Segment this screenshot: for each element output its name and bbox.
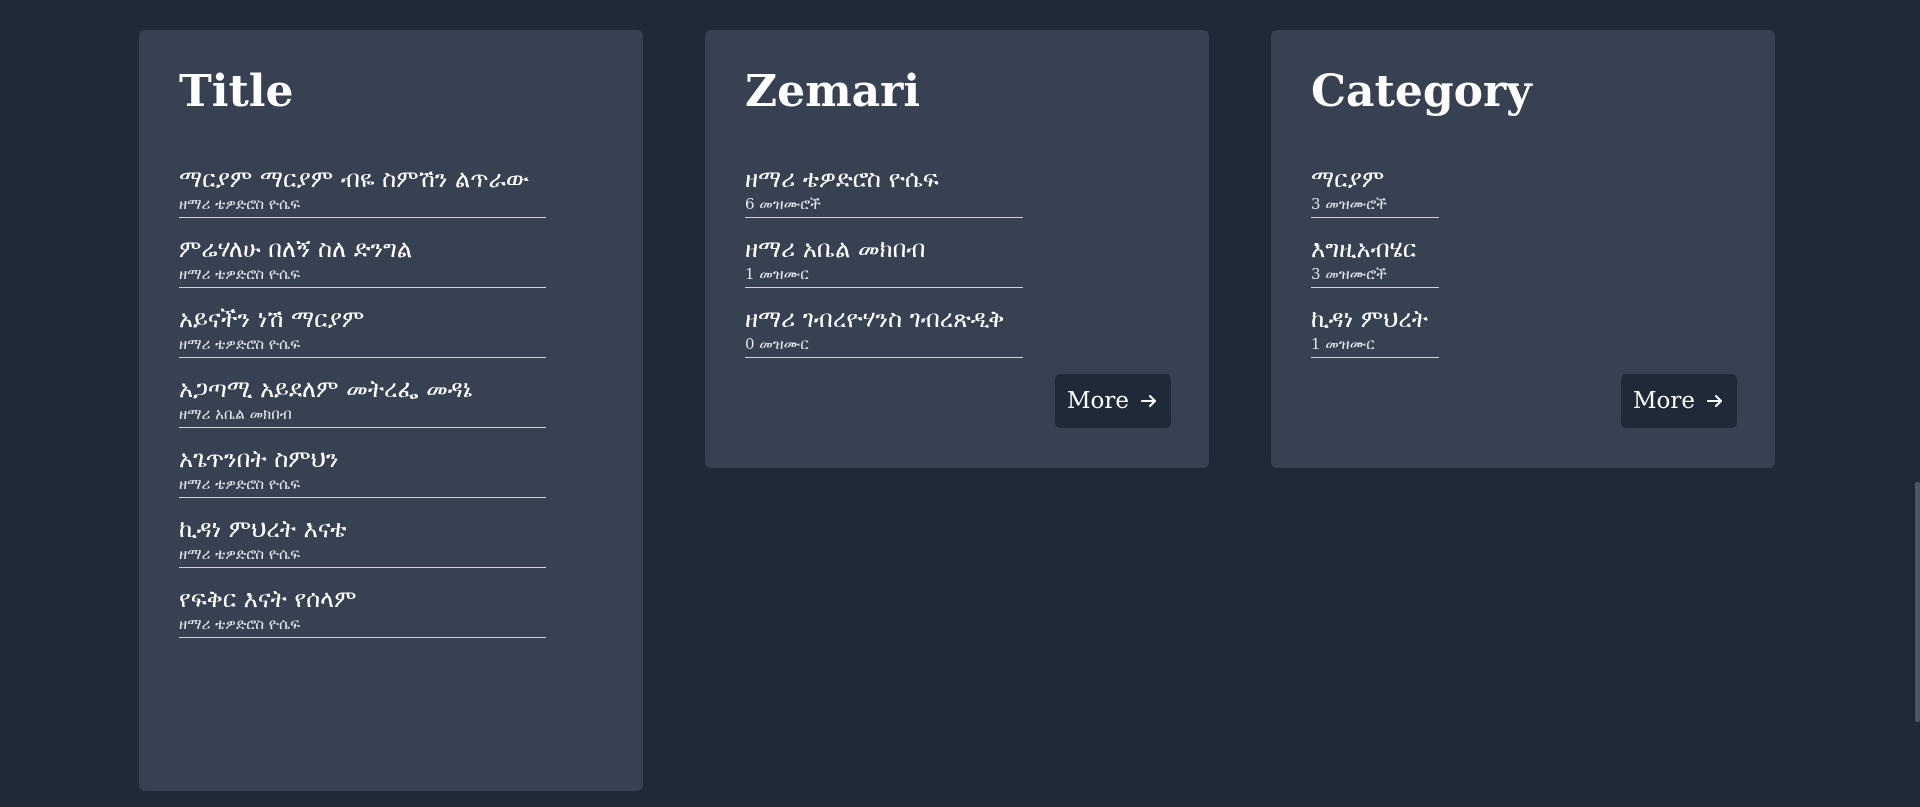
- song-count: 3 መዝሙሮች: [1311, 195, 1387, 213]
- category-name-link[interactable]: ኪዳነ ምህረት: [1311, 304, 1439, 334]
- song-artist: ዘማሪ አቤል መክበብ: [179, 405, 292, 423]
- list-item[interactable]: አጌጥንበት ስምህን ዘማሪ ቴዎድሮስ ዮሴፍ: [179, 444, 546, 498]
- song-count: 3 መዝሙሮች: [1311, 265, 1387, 283]
- song-title-link[interactable]: አጋጣሚ አይደለም መትረፌ መዳኔ: [179, 374, 546, 404]
- song-title-link[interactable]: የፍቅር እናት የሰላም: [179, 584, 546, 614]
- zemari-more-button[interactable]: More: [1054, 374, 1171, 428]
- more-label: More: [1632, 388, 1695, 414]
- category-name-link[interactable]: እግዚአብሄር: [1311, 234, 1439, 264]
- zemari-name-link[interactable]: ዘማሪ ገብረዮሃንስ ገብረጽዲቅ: [745, 304, 1023, 334]
- song-count: 1 መዝሙር: [1311, 335, 1375, 353]
- category-name-link[interactable]: ማርያም: [1311, 164, 1439, 194]
- scrollbar-thumb[interactable]: [1915, 482, 1920, 722]
- song-title-link[interactable]: ምሬሃለሁ በለኝ ስለ ድንግል: [179, 234, 546, 264]
- song-title-link[interactable]: ኪዳነ ምህረት እናቴ: [179, 514, 546, 544]
- song-title-link[interactable]: አይናችን ነሽ ማርያም: [179, 304, 546, 334]
- title-card: Title ማርያም ማርያም ብዬ ስምሽን ልጥራው ዘማሪ ቴዎድሮስ ዮ…: [139, 30, 643, 791]
- zemari-list: ዘማሪ ቴዎድሮስ ዮሴፍ 6 መዝሙሮች ዘማሪ አቤል መክበብ 1 መዝሙ…: [745, 164, 1023, 358]
- song-title-link[interactable]: አጌጥንበት ስምህን: [179, 444, 546, 474]
- zemari-name-link[interactable]: ዘማሪ አቤል መክበብ: [745, 234, 1023, 264]
- card-heading-zemari: Zemari: [745, 66, 921, 117]
- arrow-right-icon: [1141, 395, 1156, 407]
- category-list: ማርያም 3 መዝሙሮች እግዚአብሄር 3 መዝሙሮች ኪዳነ ምህረት 1 …: [1311, 164, 1439, 358]
- list-item[interactable]: ማርያም 3 መዝሙሮች: [1311, 164, 1439, 218]
- category-more-button[interactable]: More: [1620, 374, 1737, 428]
- zemari-card: Zemari ዘማሪ ቴዎድሮስ ዮሴፍ 6 መዝሙሮች ዘማሪ አቤል መክበ…: [705, 30, 1209, 468]
- list-item[interactable]: የፍቅር እናት የሰላም ዘማሪ ቴዎድሮስ ዮሴፍ: [179, 584, 546, 638]
- list-item[interactable]: እግዚአብሄር 3 መዝሙሮች: [1311, 234, 1439, 288]
- song-artist: ዘማሪ ቴዎድሮስ ዮሴፍ: [179, 195, 301, 213]
- song-artist: ዘማሪ ቴዎድሮስ ዮሴፍ: [179, 475, 301, 493]
- list-item[interactable]: ኪዳነ ምህረት እናቴ ዘማሪ ቴዎድሮስ ዮሴፍ: [179, 514, 546, 568]
- page: Title ማርያም ማርያም ብዬ ስምሽን ልጥራው ዘማሪ ቴዎድሮስ ዮ…: [0, 0, 1920, 807]
- song-title-link[interactable]: ማርያም ማርያም ብዬ ስምሽን ልጥራው: [179, 164, 546, 194]
- category-card: Category ማርያም 3 መዝሙሮች እግዚአብሄር 3 መዝሙሮች ኪዳ…: [1271, 30, 1775, 468]
- list-item[interactable]: አጋጣሚ አይደለም መትረፌ መዳኔ ዘማሪ አቤል መክበብ: [179, 374, 546, 428]
- more-row: More: [745, 374, 1171, 468]
- list-item[interactable]: ምሬሃለሁ በለኝ ስለ ድንግል ዘማሪ ቴዎድሮስ ዮሴፍ: [179, 234, 546, 288]
- song-list: ማርያም ማርያም ብዬ ስምሽን ልጥራው ዘማሪ ቴዎድሮስ ዮሴፍ ምሬሃ…: [179, 164, 546, 638]
- list-item[interactable]: ዘማሪ ቴዎድሮስ ዮሴፍ 6 መዝሙሮች: [745, 164, 1023, 218]
- song-artist: ዘማሪ ቴዎድሮስ ዮሴፍ: [179, 545, 301, 563]
- song-count: 1 መዝሙር: [745, 265, 809, 283]
- song-count: 6 መዝሙሮች: [745, 195, 821, 213]
- song-artist: ዘማሪ ቴዎድሮስ ዮሴፍ: [179, 335, 301, 353]
- card-heading-title: Title: [179, 66, 294, 117]
- list-item[interactable]: ዘማሪ አቤል መክበብ 1 መዝሙር: [745, 234, 1023, 288]
- zemari-name-link[interactable]: ዘማሪ ቴዎድሮስ ዮሴፍ: [745, 164, 1023, 194]
- list-item[interactable]: ማርያም ማርያም ብዬ ስምሽን ልጥራው ዘማሪ ቴዎድሮስ ዮሴፍ: [179, 164, 546, 218]
- more-label: More: [1066, 388, 1129, 414]
- list-item[interactable]: ዘማሪ ገብረዮሃንስ ገብረጽዲቅ 0 መዝሙር: [745, 304, 1023, 358]
- more-row: More: [1311, 374, 1737, 468]
- arrow-right-icon: [1707, 395, 1722, 407]
- song-artist: ዘማሪ ቴዎድሮስ ዮሴፍ: [179, 265, 301, 283]
- song-artist: ዘማሪ ቴዎድሮስ ዮሴፍ: [179, 615, 301, 633]
- list-item[interactable]: ኪዳነ ምህረት 1 መዝሙር: [1311, 304, 1439, 358]
- card-heading-category: Category: [1311, 66, 1532, 117]
- song-count: 0 መዝሙር: [745, 335, 809, 353]
- list-item[interactable]: አይናችን ነሽ ማርያም ዘማሪ ቴዎድሮስ ዮሴፍ: [179, 304, 546, 358]
